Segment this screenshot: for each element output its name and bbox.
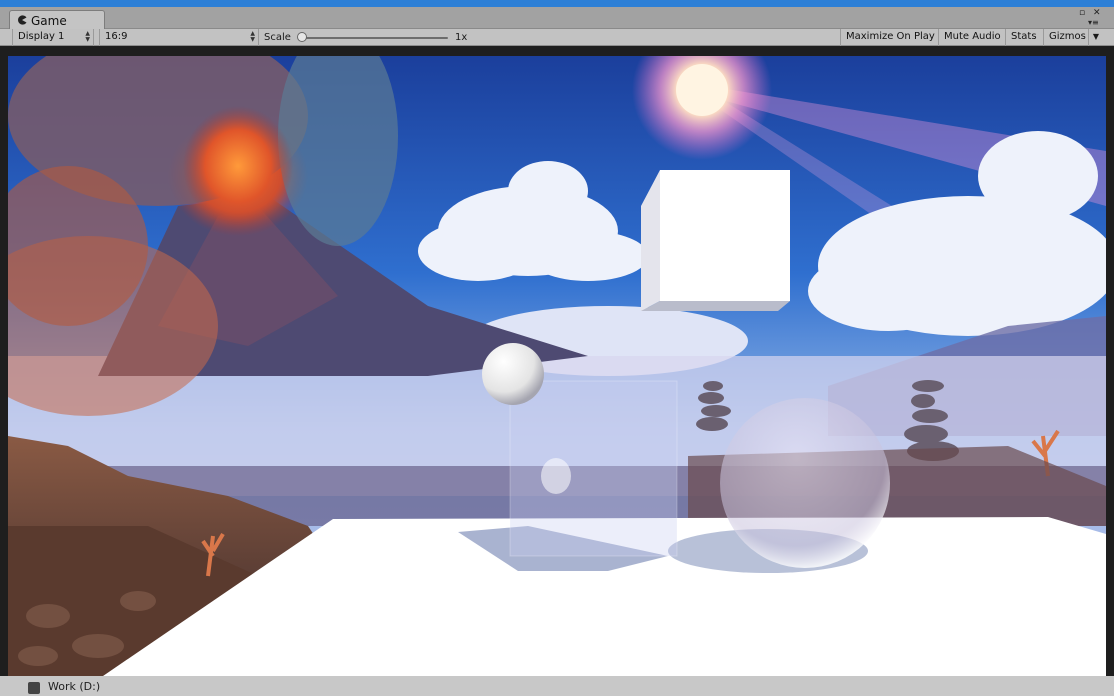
- maximize-on-play-label: Maximize On Play: [846, 31, 935, 42]
- tab-bar: Game ▫ ✕ ▾≡: [0, 7, 1114, 30]
- updown-arrows-icon: ▲ ▼: [85, 30, 90, 43]
- gizmos-label: Gizmos: [1049, 31, 1086, 42]
- display-dropdown-label: Display 1: [18, 31, 65, 42]
- maximize-icon[interactable]: ▫: [1079, 8, 1085, 18]
- maximize-on-play-toggle[interactable]: Maximize On Play: [840, 29, 939, 46]
- aspect-dropdown-label: 16:9: [105, 31, 128, 42]
- display-dropdown[interactable]: Display 1 ▲ ▼: [12, 29, 94, 46]
- glass-cube: [510, 381, 677, 556]
- stats-label: Stats: [1011, 31, 1037, 42]
- mute-audio-toggle[interactable]: Mute Audio: [939, 29, 1006, 46]
- scale-slider-thumb[interactable]: [297, 32, 307, 42]
- aspect-dropdown[interactable]: 16:9 ▲ ▼: [99, 29, 259, 46]
- taskbar-strip: [0, 676, 1114, 696]
- tab-game[interactable]: Game: [9, 10, 105, 30]
- pacman-game-icon: [18, 15, 27, 25]
- scale-slider-track[interactable]: [300, 37, 448, 39]
- scale-label: Scale: [264, 32, 291, 43]
- close-icon[interactable]: ✕: [1093, 8, 1101, 18]
- game-toolbar: Display 1 ▲ ▼ 16:9 ▲ ▼ Scale 1x Maximize O…: [0, 29, 1114, 46]
- tab-game-label: Game: [31, 14, 67, 28]
- window-top-strip: [0, 0, 1114, 7]
- game-scene: [8, 56, 1106, 676]
- glass-sphere: [720, 398, 890, 568]
- mute-audio-label: Mute Audio: [944, 31, 1001, 42]
- drive-icon: [28, 682, 40, 694]
- gizmos-dropdown-icon[interactable]: ▼: [1089, 29, 1103, 46]
- solid-cube-bottom: [641, 301, 790, 311]
- stats-toggle[interactable]: Stats: [1006, 29, 1044, 46]
- gizmos-toggle[interactable]: Gizmos: [1044, 29, 1089, 46]
- updown-arrows-icon: ▲ ▼: [250, 30, 255, 43]
- drive-label[interactable]: Work (D:): [48, 680, 100, 693]
- game-viewport[interactable]: [8, 56, 1106, 676]
- scale-value: 1x: [455, 32, 468, 43]
- solid-cube: [660, 170, 790, 301]
- solid-sphere: [482, 343, 544, 405]
- context-menu-icon[interactable]: ▾≡: [1088, 18, 1099, 28]
- game-view-frame: [0, 46, 1114, 696]
